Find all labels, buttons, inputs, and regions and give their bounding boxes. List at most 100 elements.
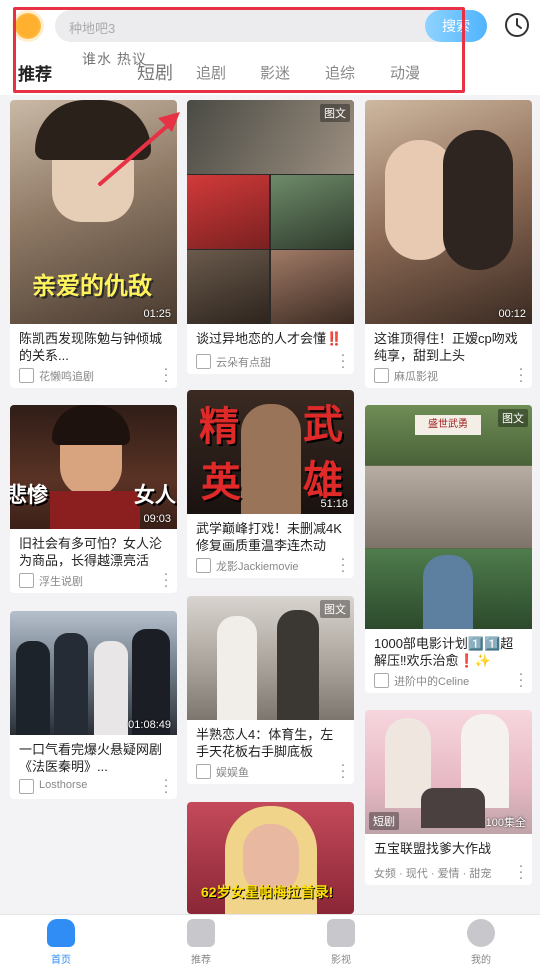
nav-label: 推荐 bbox=[191, 955, 211, 966]
author-avatar-icon[interactable] bbox=[196, 558, 211, 573]
overlay-title: 62岁女星帕梅拉首录! bbox=[201, 884, 334, 900]
more-options-icon[interactable]: · · · bbox=[163, 361, 169, 388]
more-options-icon[interactable]: · · · bbox=[518, 666, 524, 693]
figure bbox=[16, 641, 50, 735]
video-duration: 01:08:49 bbox=[128, 719, 171, 731]
more-options-icon[interactable]: · · · bbox=[340, 551, 346, 578]
highlight-box bbox=[13, 7, 465, 93]
video-card[interactable]: 62岁女星帕梅拉首录! bbox=[187, 802, 354, 914]
card-meta: 龙影Jackiemovie · · · bbox=[187, 551, 354, 578]
video-duration: 51:18 bbox=[320, 498, 348, 510]
video-thumbnail[interactable]: 短剧 100集全 bbox=[365, 710, 532, 834]
author-name[interactable]: 麻瓜影视 bbox=[394, 368, 438, 384]
more-options-icon[interactable]: · · · bbox=[518, 858, 524, 885]
author-name[interactable]: 娱娱鱼 bbox=[216, 764, 249, 780]
portrait bbox=[241, 404, 301, 514]
more-options-icon[interactable]: · · · bbox=[340, 757, 346, 784]
more-options-icon[interactable]: · · · bbox=[163, 772, 169, 799]
video-camera-icon bbox=[187, 919, 215, 947]
card-meta: 进阶中的Celine · · · bbox=[365, 666, 532, 693]
video-thumbnail[interactable]: 盛世武勇 图文 bbox=[365, 405, 532, 629]
video-title[interactable]: 五宝联盟找爹大作战 bbox=[365, 834, 532, 857]
author-name[interactable]: 花懒鸣追剧 bbox=[39, 368, 94, 384]
video-title[interactable]: 旧社会有多可怕？女人沦为商品，长得越漂亮活得... bbox=[10, 529, 177, 569]
history-clock-icon[interactable] bbox=[504, 12, 530, 38]
overlay-char: 武 bbox=[303, 401, 343, 448]
collage-frame bbox=[271, 250, 354, 324]
author-avatar-icon[interactable] bbox=[374, 673, 389, 688]
bottom-nav: 首页 推荐 影视 我的 bbox=[0, 914, 540, 972]
video-thumbnail[interactable]: 精 武 英 雄 51:18 bbox=[187, 390, 354, 514]
video-title[interactable]: 一口气看完爆火悬疑网剧《法医秦明》... bbox=[10, 735, 177, 775]
video-title[interactable]: 这谁顶得住！正嫒cp吻戏纯享，甜到上头 bbox=[365, 324, 532, 364]
card-meta: 麻瓜影视 · · · bbox=[365, 361, 532, 388]
author-name[interactable]: 云朵有点甜 bbox=[216, 354, 271, 370]
video-card[interactable]: 精 武 英 雄 51:18 武学巅峰打戏！未删减4K修复画质重温李连杰动作...… bbox=[187, 390, 354, 578]
author-avatar-icon[interactable] bbox=[19, 779, 34, 794]
protest-sign: 盛世武勇 bbox=[415, 415, 481, 435]
video-card[interactable]: 短剧 100集全 五宝联盟找爹大作战 女频 · 现代 · 爱情 · 甜宠 · · · bbox=[365, 710, 532, 885]
video-card[interactable]: 盛世武勇 图文 1000部电影计划1️⃣1️⃣超解压‼欢乐治愈❗✨ 进阶中的Ce… bbox=[365, 405, 532, 693]
collage-frame bbox=[187, 175, 269, 249]
collage-frame bbox=[271, 175, 354, 249]
author-avatar-icon[interactable] bbox=[19, 573, 34, 588]
episode-count: 100集全 bbox=[485, 817, 526, 829]
author-name[interactable]: 浮生说剧 bbox=[39, 573, 83, 589]
author-avatar-icon[interactable] bbox=[196, 354, 211, 369]
video-duration: 01:25 bbox=[143, 308, 171, 320]
portrait bbox=[443, 130, 513, 270]
figure bbox=[54, 633, 88, 735]
portrait-hair bbox=[35, 100, 151, 160]
video-title[interactable]: 谈过异地恋的人才会懂‼️ bbox=[187, 324, 354, 347]
video-thumbnail[interactable]: 图文 bbox=[187, 100, 354, 324]
genre-tags: 女频 · 现代 · 爱情 · 甜宠 bbox=[374, 868, 492, 880]
video-thumbnail[interactable]: 00:12 bbox=[365, 100, 532, 324]
card-meta: 女频 · 现代 · 爱情 · 甜宠 · · · bbox=[365, 858, 532, 885]
video-thumbnail[interactable]: 01:08:49 bbox=[10, 611, 177, 735]
portrait bbox=[423, 555, 473, 629]
video-card[interactable]: 亲爱的仇敌 01:25 陈凯西发现陈勉与钟倾城的关系... 花懒鸣追剧 · · · bbox=[10, 100, 177, 388]
author-name[interactable]: 进阶中的Celine bbox=[394, 673, 469, 689]
video-title[interactable]: 武学巅峰打戏！未删减4K修复画质重温李连杰动作... bbox=[187, 514, 354, 554]
nav-label: 影视 bbox=[331, 955, 351, 966]
more-options-icon[interactable]: · · · bbox=[340, 347, 346, 374]
video-duration: 09:03 bbox=[143, 513, 171, 525]
post-type-badge: 图文 bbox=[320, 104, 350, 122]
more-options-icon[interactable]: · · · bbox=[163, 566, 169, 593]
card-meta: 浮生说剧 · · · bbox=[10, 566, 177, 593]
collage-frame bbox=[187, 250, 269, 324]
author-name[interactable]: 龙影Jackiemovie bbox=[216, 558, 299, 574]
author-name[interactable]: Losthorse bbox=[39, 779, 87, 791]
video-title[interactable]: 1000部电影计划1️⃣1️⃣超解压‼欢乐治愈❗✨ bbox=[365, 629, 532, 669]
author-avatar-icon[interactable] bbox=[374, 368, 389, 383]
card-meta: Losthorse · · · bbox=[10, 772, 177, 799]
video-card[interactable]: 00:12 这谁顶得住！正嫒cp吻戏纯享，甜到上头 麻瓜影视 · · · bbox=[365, 100, 532, 388]
video-title[interactable]: 半熟恋人4：体育生，左手天花板右手脚底板 bbox=[187, 720, 354, 760]
card-meta: 娱娱鱼 · · · bbox=[187, 757, 354, 784]
video-card[interactable]: 悲惨 女人 09:03 旧社会有多可怕？女人沦为商品，长得越漂亮活得... 浮生… bbox=[10, 405, 177, 593]
video-thumbnail[interactable]: 62岁女星帕梅拉首录! bbox=[187, 802, 354, 914]
nav-recommend[interactable]: 推荐 bbox=[161, 919, 241, 966]
more-options-icon[interactable]: · · · bbox=[518, 361, 524, 388]
post-type-badge: 图文 bbox=[320, 600, 350, 618]
video-thumbnail[interactable]: 图文 bbox=[187, 596, 354, 720]
video-card[interactable]: 01:08:49 一口气看完爆火悬疑网剧《法医秦明》... Losthorse … bbox=[10, 611, 177, 799]
nav-movies[interactable]: 影视 bbox=[301, 919, 381, 966]
nav-label: 我的 bbox=[471, 955, 491, 966]
tv-icon bbox=[327, 919, 355, 947]
video-thumbnail[interactable]: 亲爱的仇敌 01:25 bbox=[10, 100, 177, 324]
overlay-title: 亲爱的仇敌 bbox=[32, 273, 152, 300]
profile-face-icon bbox=[467, 919, 495, 947]
author-avatar-icon[interactable] bbox=[19, 368, 34, 383]
video-title[interactable]: 陈凯西发现陈勉与钟倾城的关系... bbox=[10, 324, 177, 364]
figure bbox=[217, 616, 257, 720]
home-icon bbox=[47, 919, 75, 947]
collage-frame bbox=[365, 466, 532, 548]
video-thumbnail[interactable]: 悲惨 女人 09:03 bbox=[10, 405, 177, 529]
video-card[interactable]: 图文 半熟恋人4：体育生，左手天花板右手脚底板 娱娱鱼 · · · bbox=[187, 596, 354, 784]
author-avatar-icon[interactable] bbox=[196, 764, 211, 779]
video-card[interactable]: 图文 谈过异地恋的人才会懂‼️ 云朵有点甜 · · · bbox=[187, 100, 354, 374]
nav-profile[interactable]: 我的 bbox=[441, 919, 521, 966]
video-duration: 00:12 bbox=[498, 308, 526, 320]
nav-home[interactable]: 首页 bbox=[21, 919, 101, 966]
